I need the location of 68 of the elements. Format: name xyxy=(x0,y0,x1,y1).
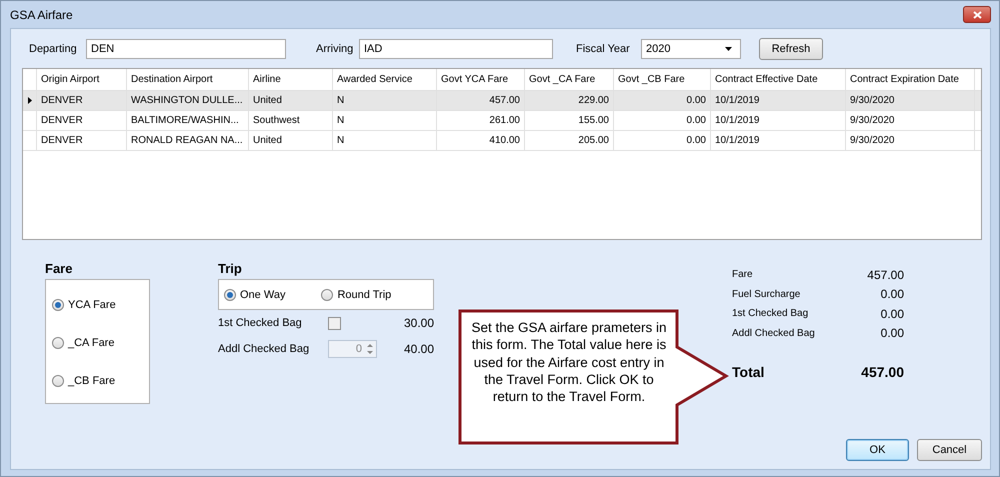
summary-label: Fare xyxy=(732,269,753,280)
table-cell: 155.00 xyxy=(525,111,614,130)
table-cell: 261.00 xyxy=(437,111,525,130)
fare-radio[interactable]: _CB Fare xyxy=(52,373,149,389)
summary-value: 0.00 xyxy=(880,287,904,302)
table-cell: N xyxy=(333,111,437,130)
caret-icon xyxy=(725,46,732,50)
dialog-button[interactable]: Cancel xyxy=(917,439,982,461)
table-cell: United xyxy=(249,91,333,110)
bag-label: 1st Checked Bag xyxy=(218,317,303,329)
fare-heading: Fare xyxy=(45,261,74,278)
table-cell: 10/1/2019 xyxy=(711,131,846,150)
table-cell: DENVER xyxy=(37,111,127,130)
summary-value: 0.00 xyxy=(880,306,904,321)
table-cell: 229.00 xyxy=(525,91,614,110)
fiscal-year-label: Fiscal Year xyxy=(576,42,631,54)
table-cell: N xyxy=(333,91,437,110)
table-cell: DENVER xyxy=(37,91,127,110)
table-cell: 205.00 xyxy=(525,131,614,150)
table-cell: 10/1/2019 xyxy=(711,111,846,130)
callout-text: Set the GSA airfare prameters in this form. The Total value here is used for the Airfare cost entry in the Travel Form. Click OK to return to the Travel Form. xyxy=(470,319,668,406)
table-cell: N xyxy=(333,131,437,150)
close-button[interactable] xyxy=(963,6,991,23)
dialog-button[interactable]: OK xyxy=(846,439,909,461)
trip-radio[interactable]: One Way xyxy=(224,286,286,302)
table-cell: Southwest xyxy=(249,111,333,130)
summary-value: 457.00 xyxy=(867,268,904,282)
bag-amount: 40.00 xyxy=(404,342,434,356)
table-cell: WASHINGTON DULLE... xyxy=(127,91,249,110)
fare-radio[interactable]: _CA Fare xyxy=(52,335,149,351)
trip-radio[interactable]: Round Trip xyxy=(321,286,392,302)
total-value: 457.00 xyxy=(861,364,904,380)
trip-heading: Trip xyxy=(218,261,243,278)
refresh-button[interactable]: Refresh xyxy=(759,38,823,60)
table-cell: BALTIMORE/WASHIN... xyxy=(127,111,249,130)
arriving-field[interactable]: IAD xyxy=(359,38,553,58)
departing-field[interactable]: DEN xyxy=(86,38,286,58)
table-cell: 9/30/2020 xyxy=(846,91,975,110)
close-icon xyxy=(972,10,982,18)
bag-label: Addl Checked Bag xyxy=(218,343,310,355)
table-row[interactable]: DENVER BALTIMORE/WASHIN... Southwest N 261.00 155.00 0.00 10/1/2019 9/30/2020 xyxy=(23,111,981,131)
table-cell: 10/1/2019 xyxy=(711,91,846,110)
summary-label: Addl Checked Bag xyxy=(732,328,815,339)
table-row[interactable]: DENVER RONALD REAGAN NA... United N 410.00 205.00 0.00 10/1/2019 9/30/2020 xyxy=(23,131,981,151)
total-label: Total xyxy=(732,364,764,380)
table-cell: 0.00 xyxy=(614,131,711,150)
fiscal-year-dropdown[interactable]: 2020 xyxy=(641,38,741,58)
summary-label: Fuel Surcharge xyxy=(732,288,800,300)
departing-label: Departing xyxy=(29,42,78,54)
arriving-label: Arriving xyxy=(316,42,354,54)
table-cell: 457.00 xyxy=(437,91,525,110)
table-row[interactable]: DENVER WASHINGTON DULLE... United N 457.00 229.00 0.00 10/1/2019 9/30/2020 xyxy=(23,91,981,111)
table-cell: RONALD REAGAN NA... xyxy=(127,131,249,150)
table-cell: United xyxy=(249,131,333,150)
bag-amount: 30.00 xyxy=(404,316,434,330)
table-cell: 410.00 xyxy=(437,131,525,150)
fare-radio[interactable]: YCA Fare xyxy=(52,297,149,313)
summary-label: 1st Checked Bag xyxy=(732,308,808,320)
table-cell: 0.00 xyxy=(614,91,711,110)
bag-checkbox[interactable] xyxy=(328,316,341,330)
table-cell: 9/30/2020 xyxy=(846,131,975,150)
window-title: GSA Airfare xyxy=(10,8,73,22)
table-cell: 0.00 xyxy=(614,111,711,130)
table-cell: DENVER xyxy=(37,131,127,150)
row-indicator-icon xyxy=(28,97,32,104)
summary-value: 0.00 xyxy=(880,326,904,340)
spinner-arrows-icon xyxy=(367,343,373,355)
table-cell: 9/30/2020 xyxy=(846,111,975,130)
